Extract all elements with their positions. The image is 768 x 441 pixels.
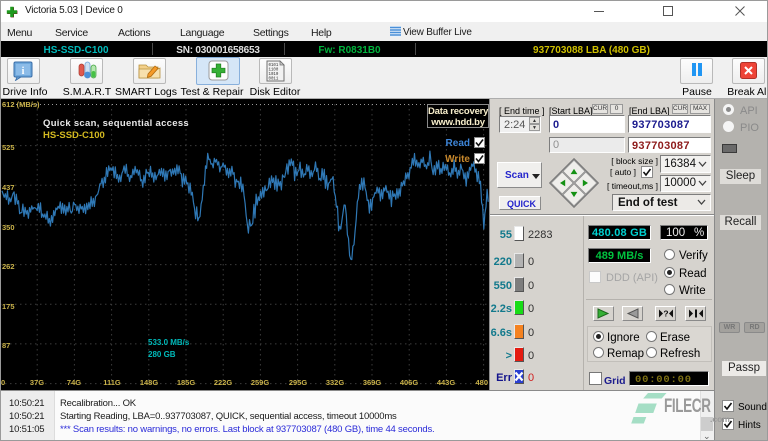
- svg-text:?: ?: [663, 309, 668, 319]
- svg-text:0101: 0101: [269, 64, 279, 68]
- svg-text:i: i: [22, 66, 25, 77]
- svg-text:1010: 1010: [269, 73, 279, 77]
- svg-text:1100: 1100: [269, 69, 279, 73]
- svg-text:0011: 0011: [269, 78, 279, 82]
